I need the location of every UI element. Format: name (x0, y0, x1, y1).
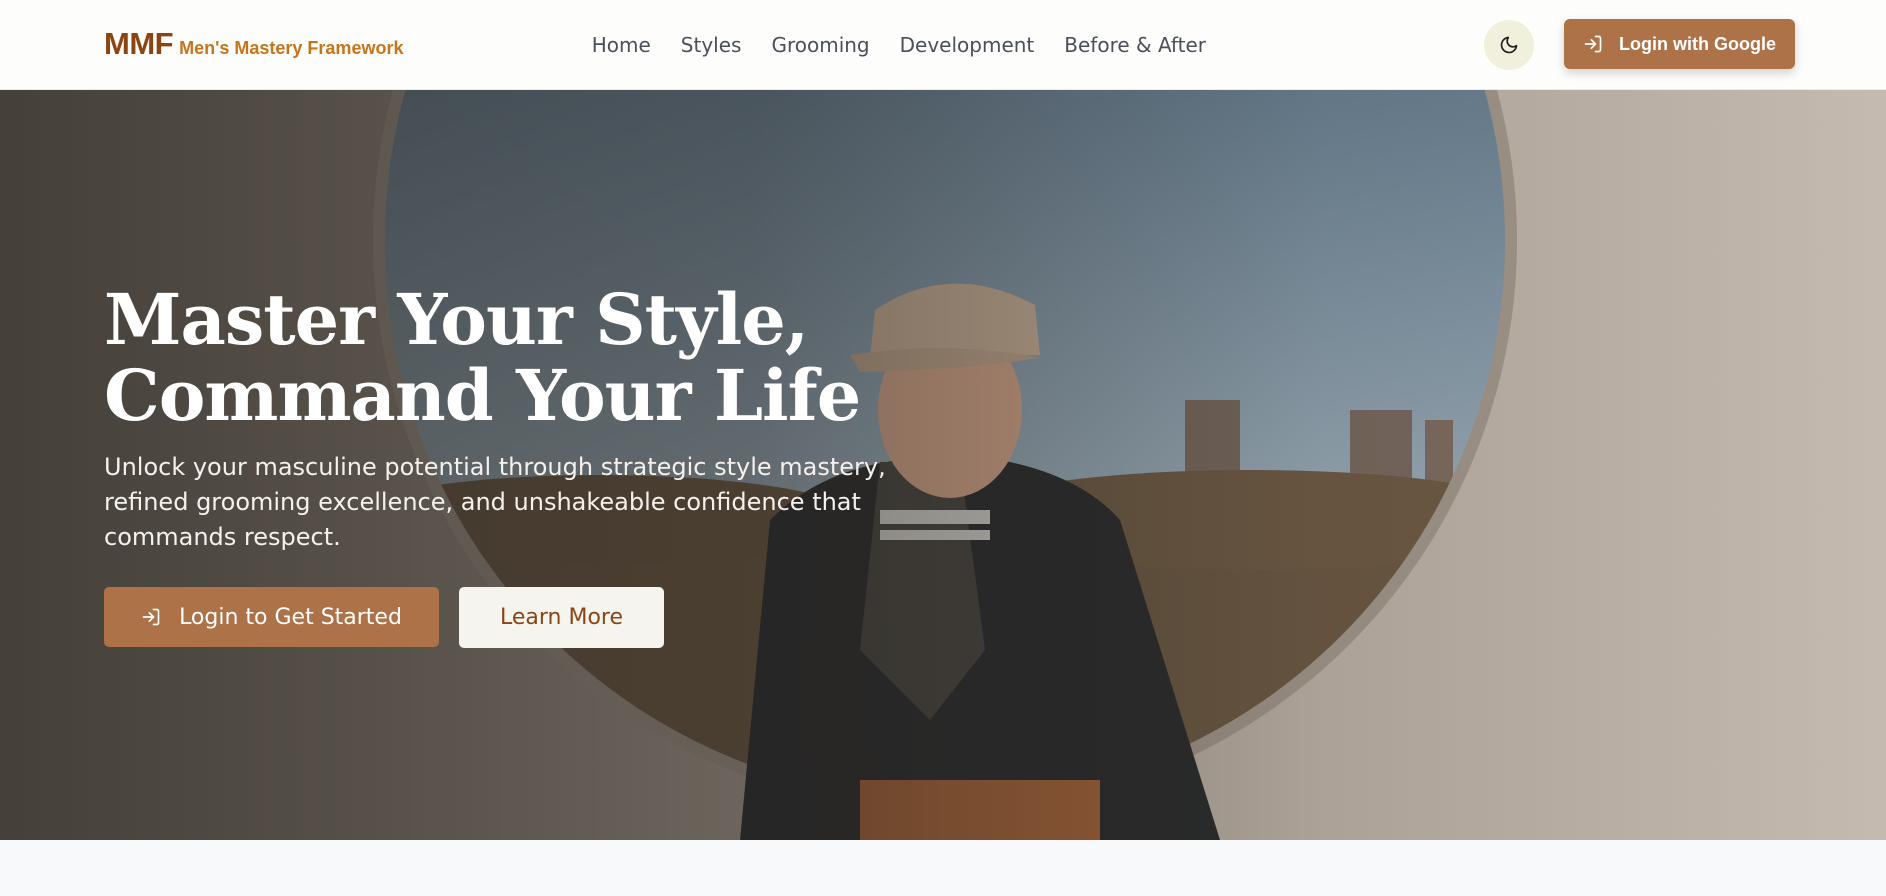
top-navigation-bar: MMF Men's Mastery Framework Home Styles … (0, 0, 1886, 90)
nav-link-styles[interactable]: Styles (681, 33, 742, 57)
login-with-google-button[interactable]: Login with Google (1564, 19, 1795, 69)
nav-link-home[interactable]: Home (592, 33, 651, 57)
hero-section: Master Your Style, Command Your Life Unl… (0, 90, 1886, 840)
brand-name: Men's Mastery Framework (179, 38, 404, 58)
main-nav: Home Styles Grooming Development Before … (592, 0, 1206, 90)
learn-more-label: Learn More (499, 605, 624, 630)
login-to-get-started-label: Login to Get Started (179, 604, 402, 630)
next-section-edge (0, 840, 1886, 896)
hero-title: Master Your Style, Command Your Life (104, 282, 1004, 434)
login-with-google-label: Login with Google (1619, 33, 1776, 54)
hero-title-line-1: Master Your Style, (104, 278, 809, 361)
login-arrow-icon (142, 608, 160, 626)
learn-more-button[interactable]: Learn More (459, 587, 664, 648)
hero-subtitle: Unlock your masculine potential through … (104, 453, 886, 551)
nav-link-grooming[interactable]: Grooming (771, 33, 869, 57)
nav-link-before-after[interactable]: Before & After (1064, 33, 1206, 57)
nav-link-development[interactable]: Development (900, 33, 1035, 57)
theme-toggle-button[interactable] (1484, 20, 1534, 70)
hero-title-line-2: Command Your Life (104, 354, 861, 437)
login-to-get-started-button[interactable]: Login to Get Started (104, 587, 439, 647)
moon-icon (1500, 36, 1518, 54)
login-arrow-icon (1584, 35, 1602, 53)
brand-logo[interactable]: MMF Men's Mastery Framework (104, 26, 403, 62)
brand-mark: MMF (104, 26, 174, 61)
